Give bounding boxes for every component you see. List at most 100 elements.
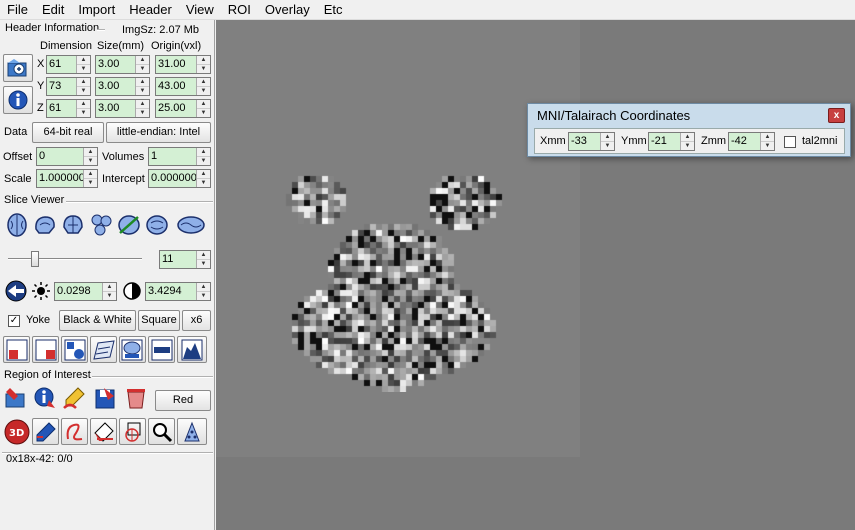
data-type-button[interactable]: 64-bit real (32, 122, 104, 143)
y-origin-spinner[interactable]: 43.00 ▲ ▼ (155, 77, 211, 96)
ymm-label: Ymm (621, 135, 647, 147)
menu-etc[interactable]: Etc (317, 0, 350, 20)
freehand-icon (66, 423, 82, 440)
scale-label: Scale (4, 173, 32, 185)
brightness-icon (30, 278, 52, 304)
layout-double-button[interactable] (32, 336, 59, 363)
menu-view[interactable]: View (179, 0, 221, 20)
yoke-checkbox[interactable]: ✓ (8, 315, 20, 327)
intercept-label: Intercept (102, 173, 145, 185)
mosaic-icon (92, 339, 115, 360)
flip-view-button[interactable] (3, 278, 29, 304)
roi-zoom-button[interactable] (148, 418, 175, 445)
tal2mni-checkbox[interactable] (784, 136, 796, 148)
xmm-label: Xmm (540, 135, 566, 147)
histogram-button[interactable] (177, 336, 207, 363)
roi-save-button[interactable] (93, 385, 119, 411)
mosaic-button[interactable] (90, 336, 117, 363)
z-size-spinner[interactable]: 3.00 ▲ ▼ (95, 99, 150, 118)
slice-slider-track[interactable] (8, 258, 142, 260)
menu-header[interactable]: Header (122, 0, 179, 20)
imgsz-label: ImgSz: 2.07 Mb (122, 24, 200, 36)
square-button[interactable]: Square (138, 310, 180, 331)
y-dimension-spinner[interactable]: 73 ▲ ▼ (46, 77, 91, 96)
multi-view-icon (91, 214, 112, 236)
view-multi-button[interactable] (88, 212, 114, 238)
menu-overlay[interactable]: Overlay (258, 0, 317, 20)
roi-freehand-button[interactable] (61, 418, 88, 445)
view-axial-button[interactable] (4, 212, 30, 238)
roi-circle-button[interactable] (119, 418, 146, 445)
save-icon (95, 388, 115, 409)
z-dimension-spinner[interactable]: 61 ▲ ▼ (46, 99, 91, 118)
z-origin-spinner[interactable]: 25.00 ▲ ▼ (155, 99, 211, 118)
slice-spinner[interactable]: 11 ▲ ▼ (159, 250, 211, 269)
intercept-spinner[interactable]: 0.000000 ▲ ▼ (148, 169, 211, 188)
view-sagittal-button[interactable] (32, 212, 58, 238)
roi-erase-button[interactable] (90, 418, 117, 445)
menu-file[interactable]: File (0, 0, 35, 20)
view-coronal-button[interactable] (60, 212, 86, 238)
view-lateral-button[interactable] (172, 212, 210, 238)
roi-3d-button[interactable]: 3D (3, 418, 31, 446)
coronal-brain-icon (63, 215, 83, 234)
scale-spinner[interactable]: 1.000000 ▲ ▼ (36, 169, 98, 188)
offset-spinner[interactable]: 0 ▲ ▼ (36, 147, 98, 166)
roi-draw-button[interactable] (61, 385, 87, 411)
3d-icon: 3D (4, 419, 30, 445)
menu-roi[interactable]: ROI (221, 0, 258, 20)
group-divider (66, 201, 213, 203)
roi-group-label: Region of Interest (4, 369, 91, 381)
menu-import[interactable]: Import (71, 0, 122, 20)
roi-fill-button[interactable] (177, 418, 207, 445)
volumes-spinner[interactable]: 1 ▲ ▼ (148, 147, 211, 166)
ymm-spinner[interactable]: -21 ▲ ▼ (648, 132, 695, 151)
render-3d-button[interactable] (119, 336, 146, 363)
slice-slider-thumb[interactable] (30, 251, 39, 267)
size-col-label: Size(mm) (97, 40, 145, 52)
close-icon[interactable]: x (828, 108, 845, 123)
zmm-spinner[interactable]: -42 ▲ ▼ (728, 132, 775, 151)
circle-roi-icon (124, 422, 140, 442)
roi-info-button[interactable] (32, 385, 58, 411)
info-icon (8, 90, 28, 110)
colormap-button[interactable]: Black & White (59, 310, 136, 331)
layout-single-button[interactable] (3, 336, 30, 363)
brain-slice-image[interactable] (274, 152, 514, 392)
open-folder-icon (7, 59, 27, 77)
zoom-button[interactable]: x6 (182, 310, 211, 331)
histogram-bar-button[interactable] (148, 336, 175, 363)
brightness-spinner[interactable]: 0.0298 ▲ ▼ (54, 282, 117, 301)
yoke-label: Yoke (26, 314, 51, 326)
contrast-spinner[interactable]: 3.4294 ▲ ▼ (145, 282, 211, 301)
x-axis-label: X (37, 58, 45, 70)
render-brain-icon (118, 215, 140, 235)
axial-alt-icon (146, 215, 168, 235)
dimension-col-label: Dimension (40, 40, 92, 52)
roi-open-button[interactable] (3, 385, 29, 411)
roi-color-button[interactable]: Red (155, 390, 211, 411)
mni-coordinates-window[interactable]: MNI/Talairach Coordinates x Xmm -33 ▲ ▼ Y… (527, 103, 851, 157)
view-render-button[interactable] (116, 212, 142, 238)
view-axial-alt-button[interactable] (144, 212, 170, 238)
menu-edit[interactable]: Edit (35, 0, 71, 20)
header-info-button[interactable] (3, 86, 33, 114)
endian-button[interactable]: little-endian: Intel (106, 122, 211, 143)
open-header-button[interactable] (3, 54, 33, 82)
x-size-spinner[interactable]: 3.00 ▲ ▼ (95, 55, 150, 74)
layout-quad-button[interactable] (61, 336, 88, 363)
roi-pen-button[interactable] (32, 418, 59, 445)
magnifier-icon (152, 422, 172, 442)
roi-delete-button[interactable] (123, 385, 149, 411)
offset-label: Offset (3, 151, 33, 163)
slice-viewport[interactable] (216, 20, 580, 457)
y-size-spinner[interactable]: 3.00 ▲ ▼ (95, 77, 150, 96)
status-text: 0x18x-42: 0/0 (6, 453, 73, 465)
image-canvas[interactable] (216, 20, 855, 530)
x-dimension-spinner[interactable]: 61 ▲ ▼ (46, 55, 91, 74)
roi-open-icon (5, 388, 25, 408)
x-origin-spinner[interactable]: 31.00 ▲ ▼ (155, 55, 211, 74)
colorbar-icon (151, 339, 172, 360)
xmm-spinner[interactable]: -33 ▲ ▼ (568, 132, 615, 151)
arrow-left-icon (5, 280, 27, 302)
